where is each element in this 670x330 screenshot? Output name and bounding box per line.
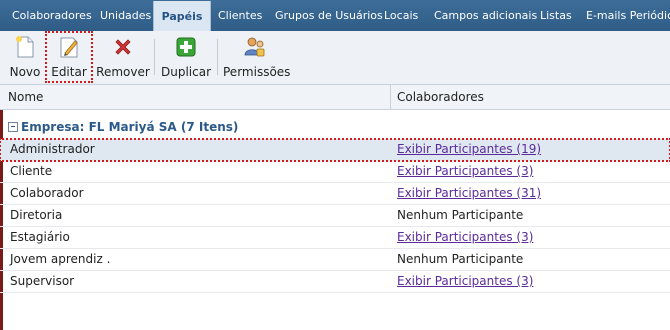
participants-link[interactable]: Exibir Participantes (19) [397, 139, 541, 160]
tab-colaboradores[interactable]: Colaboradores [12, 0, 92, 31]
novo-button[interactable]: Novo [6, 31, 44, 83]
table-row[interactable]: Colaborador Exibir Participantes (31) [0, 183, 670, 205]
role-name: Cliente [10, 164, 53, 178]
duplicar-label: Duplicar [160, 65, 211, 79]
tab-papeis[interactable]: Papéis [153, 1, 211, 32]
role-name: Colaborador [10, 186, 84, 200]
participants-link[interactable]: Exibir Participantes (31) [397, 183, 541, 204]
tab-emails-periodicos[interactable]: E-mails Periódicos [586, 0, 670, 31]
column-header-nome[interactable]: Nome [8, 85, 43, 109]
toolbar-separator [154, 39, 155, 75]
duplicate-plus-icon [176, 37, 196, 57]
tab-bar: Colaboradores Unidades Papéis Clientes G… [0, 0, 670, 32]
tab-locais[interactable]: Locais [384, 0, 418, 31]
column-header-colaboradores[interactable]: Colaboradores [390, 85, 670, 109]
tab-unidades[interactable]: Unidades [100, 0, 151, 31]
novo-label: Novo [9, 65, 41, 79]
edit-pencil-icon [60, 37, 78, 58]
tab-clientes[interactable]: Clientes [218, 0, 262, 31]
toolbar-separator [217, 39, 218, 75]
duplicar-button[interactable]: Duplicar [160, 31, 212, 83]
role-name: Estagiário [10, 230, 70, 244]
remover-button[interactable]: Remover [96, 31, 150, 83]
permissions-users-icon [244, 37, 265, 57]
permissoes-button[interactable]: Permissões [223, 31, 291, 83]
group-row[interactable]: Empresa: FL Mariyá SA (7 Itens) [0, 117, 670, 137]
participants-link[interactable]: Exibir Participantes (3) [397, 271, 533, 292]
editar-button[interactable]: Editar [45, 31, 93, 83]
table-row[interactable]: Diretoria Nenhum Participante [0, 205, 670, 227]
tab-campos-adicionais[interactable]: Campos adicionais [434, 0, 537, 31]
role-name: Supervisor [10, 274, 75, 288]
participants-link[interactable]: Exibir Participantes (3) [397, 161, 533, 182]
permissoes-label: Permissões [223, 65, 291, 79]
remove-x-icon [115, 39, 131, 55]
toolbar: Novo Editar Remover Duplicar Permissões [0, 31, 670, 85]
collapse-toggle-icon[interactable] [8, 122, 18, 132]
table-row[interactable]: Jovem aprendiz . Nenhum Participante [0, 249, 670, 271]
table-row[interactable]: Supervisor Exibir Participantes (3) [0, 271, 670, 293]
editar-label: Editar [51, 65, 87, 79]
group-label: Empresa: FL Mariyá SA (7 Itens) [21, 120, 239, 134]
participants-link[interactable]: Exibir Participantes (3) [397, 227, 533, 248]
tab-grupos-de-usuarios[interactable]: Grupos de Usuários [275, 0, 383, 31]
table-row[interactable]: Administrador Exibir Participantes (19) [0, 138, 670, 162]
role-name: Jovem aprendiz . [10, 252, 111, 266]
participants-text: Nenhum Participante [397, 252, 524, 266]
table-row[interactable]: Cliente Exibir Participantes (3) [0, 161, 670, 183]
participants-text: Nenhum Participante [397, 208, 524, 222]
table-row[interactable]: Estagiário Exibir Participantes (3) [0, 227, 670, 249]
new-document-icon [16, 36, 34, 58]
remover-label: Remover [96, 65, 150, 79]
role-name: Diretoria [10, 208, 63, 222]
grid-header: Nome Colaboradores [0, 85, 670, 110]
role-name: Administrador [10, 142, 95, 156]
tab-listas[interactable]: Listas [540, 0, 572, 31]
